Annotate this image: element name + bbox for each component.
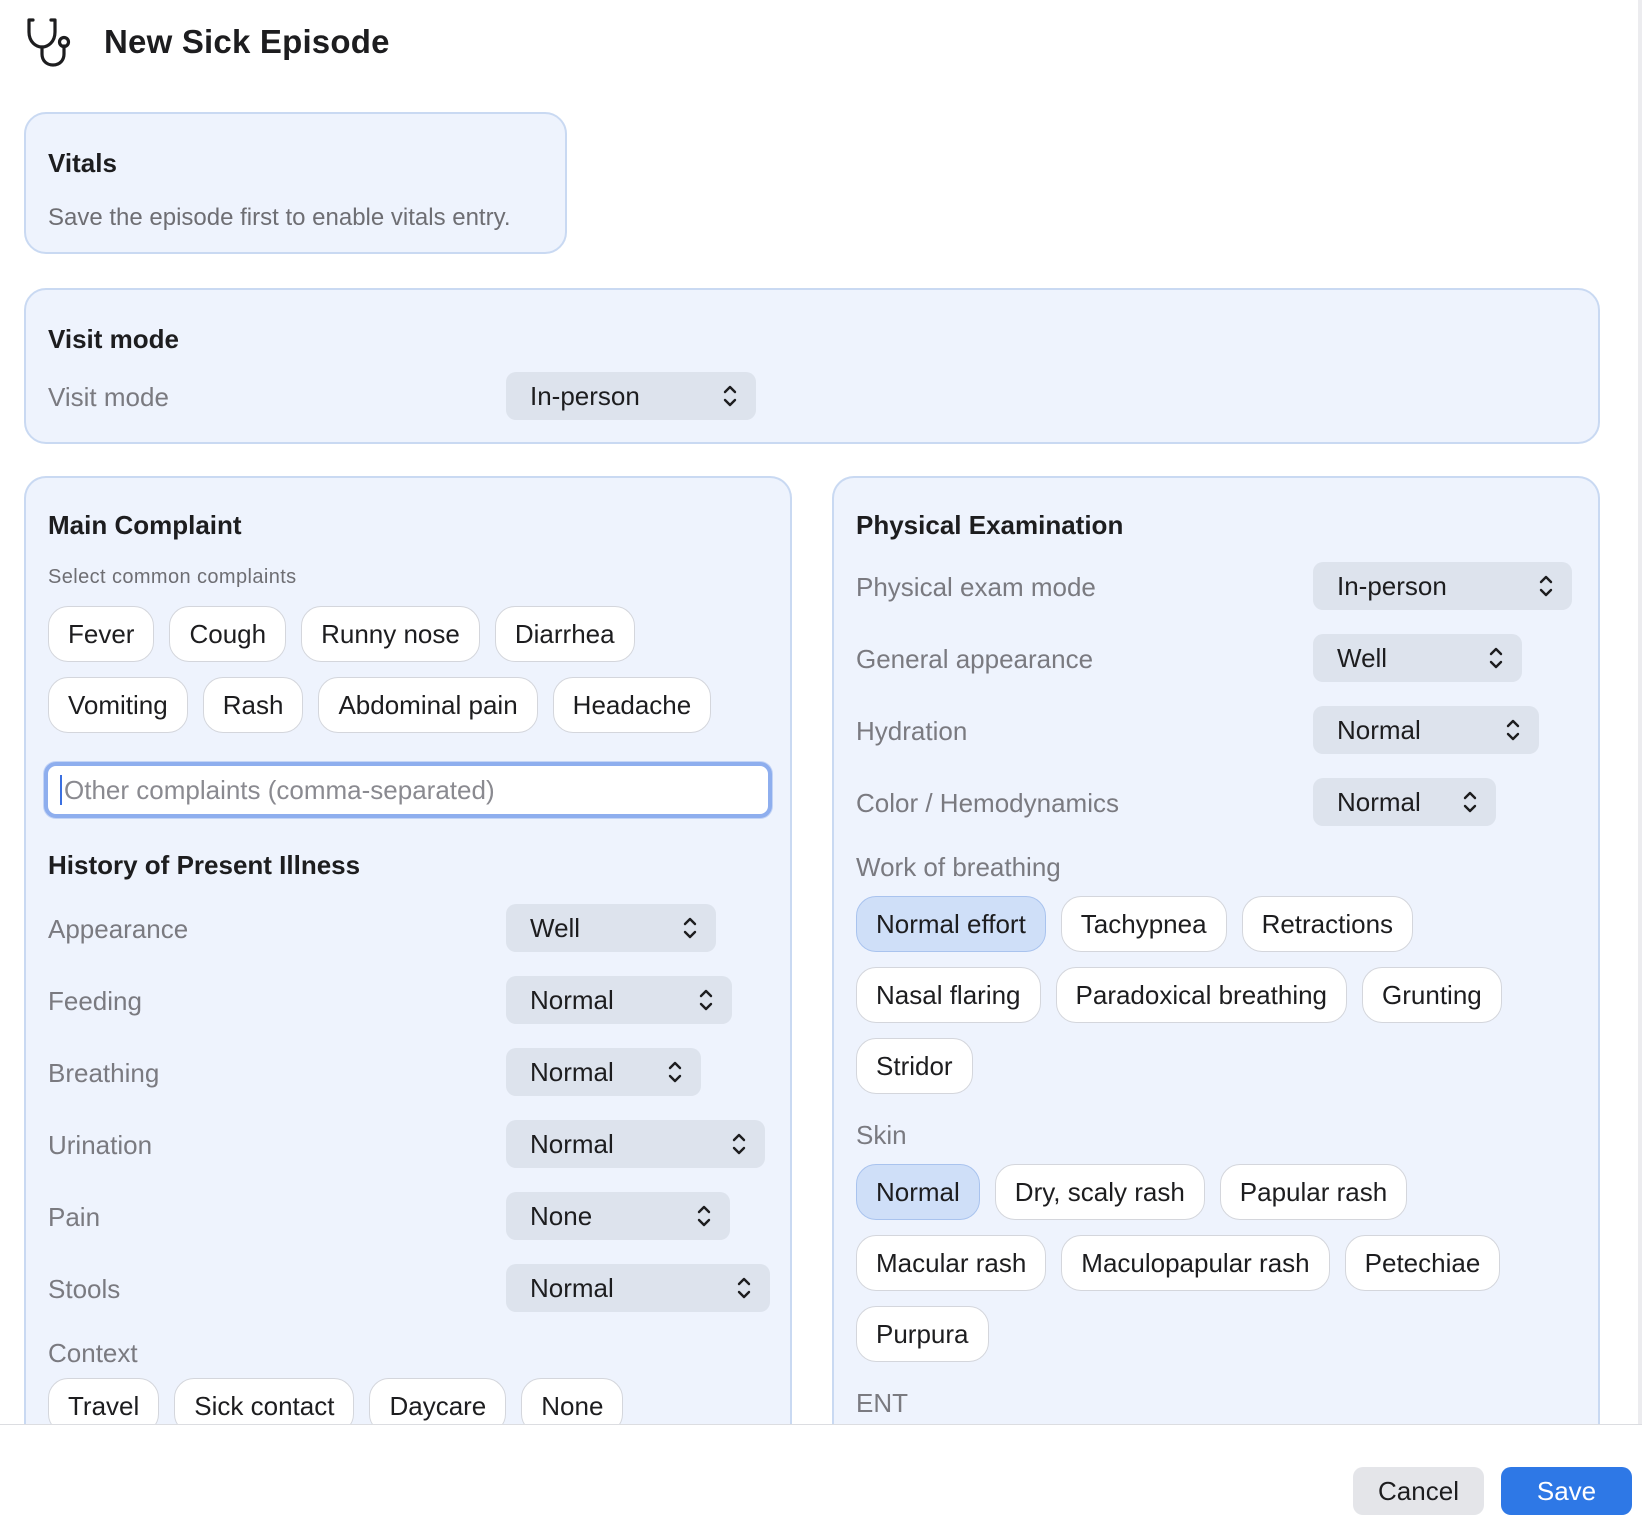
- context-label: Context: [48, 1338, 138, 1368]
- wob-chips: Normal effort Tachypnea Retractions Nasa…: [856, 896, 1556, 1094]
- save-button[interactable]: Save: [1501, 1467, 1632, 1515]
- chip-petechiae[interactable]: Petechiae: [1344, 1235, 1501, 1291]
- chip-purpura[interactable]: Purpura: [856, 1306, 989, 1362]
- physical-exam-title: Physical Examination: [856, 510, 1124, 540]
- hpi-stools-label: Stools: [48, 1274, 121, 1304]
- skin-chips: Normal Dry, scaly rash Papular rash Macu…: [856, 1164, 1556, 1362]
- chevron-updown-icon: [683, 917, 697, 939]
- page-title: New Sick Episode: [104, 23, 390, 60]
- hpi-appearance-select[interactable]: Well: [506, 904, 716, 952]
- chip-retractions[interactable]: Retractions: [1241, 896, 1414, 952]
- other-complaints-input[interactable]: Other complaints (comma-separated): [44, 762, 772, 818]
- hpi-breathing-value: Normal: [530, 1056, 614, 1087]
- chip-rash[interactable]: Rash: [202, 677, 304, 733]
- color-hemodynamics-value: Normal: [1337, 786, 1421, 817]
- complaint-chips: Fever Cough Runny nose Diarrhea Vomiting…: [48, 606, 748, 733]
- chevron-updown-icon: [737, 1277, 751, 1299]
- hydration-label: Hydration: [856, 716, 968, 746]
- color-hemodynamics-select[interactable]: Normal: [1313, 778, 1496, 826]
- hpi-urination-label: Urination: [48, 1130, 153, 1160]
- hpi-pain-value: None: [530, 1200, 593, 1231]
- chip-grunting[interactable]: Grunting: [1362, 967, 1502, 1023]
- visit-mode-value: In-person: [530, 380, 640, 411]
- chevron-updown-icon: [697, 1205, 711, 1227]
- hpi-breathing-label: Breathing: [48, 1058, 160, 1088]
- hpi-appearance-label: Appearance: [48, 914, 189, 944]
- scrollbar[interactable]: [1638, 0, 1642, 1424]
- window-header: New Sick Episode: [26, 14, 390, 70]
- chevron-updown-icon: [1489, 647, 1503, 669]
- hpi-feeding-select[interactable]: Normal: [506, 976, 732, 1024]
- hpi-pain-select[interactable]: None: [506, 1192, 730, 1240]
- vitals-title: Vitals: [48, 148, 117, 178]
- cancel-button[interactable]: Cancel: [1353, 1467, 1484, 1515]
- other-complaints-placeholder: Other complaints (comma-separated): [64, 774, 495, 805]
- work-of-breathing-label: Work of breathing: [856, 852, 1061, 882]
- chip-dry-scaly-rash[interactable]: Dry, scaly rash: [994, 1164, 1205, 1220]
- hpi-appearance-value: Well: [530, 912, 581, 943]
- chevron-updown-icon: [1463, 791, 1477, 813]
- hpi-pain-label: Pain: [48, 1202, 101, 1232]
- chevron-updown-icon: [699, 989, 713, 1011]
- chip-abdominal-pain[interactable]: Abdominal pain: [318, 677, 538, 733]
- chevron-updown-icon: [723, 385, 737, 407]
- chevron-updown-icon: [668, 1061, 682, 1083]
- hpi-stools-value: Normal: [530, 1272, 614, 1303]
- hydration-value: Normal: [1337, 714, 1421, 745]
- chip-fever[interactable]: Fever: [48, 606, 155, 662]
- hpi-title: History of Present Illness: [48, 850, 361, 880]
- visit-mode-card: Visit mode Visit mode In-person: [24, 288, 1600, 444]
- chevron-updown-icon: [1506, 719, 1520, 741]
- hpi-breathing-select[interactable]: Normal: [506, 1048, 701, 1096]
- hpi-urination-select[interactable]: Normal: [506, 1120, 765, 1168]
- visit-mode-title: Visit mode: [48, 324, 180, 354]
- hpi-feeding-value: Normal: [530, 984, 614, 1015]
- general-appearance-select[interactable]: Well: [1313, 634, 1522, 682]
- chip-nasal-flaring[interactable]: Nasal flaring: [856, 967, 1041, 1023]
- chip-vomiting[interactable]: Vomiting: [48, 677, 188, 733]
- chip-stridor[interactable]: Stridor: [856, 1038, 973, 1094]
- exam-mode-value: In-person: [1337, 570, 1447, 601]
- text-caret: [60, 775, 62, 805]
- exam-mode-label: Physical exam mode: [856, 572, 1096, 602]
- general-appearance-value: Well: [1337, 642, 1388, 673]
- physical-exam-card: Physical Examination Physical exam mode …: [832, 476, 1600, 1476]
- hpi-urination-value: Normal: [530, 1128, 614, 1159]
- chip-headache[interactable]: Headache: [552, 677, 712, 733]
- chip-runny-nose[interactable]: Runny nose: [301, 606, 480, 662]
- chip-normal-effort[interactable]: Normal effort: [856, 896, 1046, 952]
- chevron-updown-icon: [732, 1133, 746, 1155]
- chip-tachypnea[interactable]: Tachypnea: [1060, 896, 1227, 952]
- vitals-message: Save the episode first to enable vitals …: [48, 204, 511, 231]
- main-complaint-title: Main Complaint: [48, 510, 242, 540]
- stethoscope-icon: [27, 18, 71, 67]
- general-appearance-label: General appearance: [856, 644, 1094, 674]
- chip-macular-rash[interactable]: Macular rash: [856, 1235, 1047, 1291]
- chevron-updown-icon: [1539, 575, 1553, 597]
- hydration-select[interactable]: Normal: [1313, 706, 1539, 754]
- hpi-feeding-label: Feeding: [48, 986, 142, 1016]
- chip-skin-normal[interactable]: Normal: [856, 1164, 980, 1220]
- visit-mode-select[interactable]: In-person: [506, 372, 756, 420]
- chip-maculopapular-rash[interactable]: Maculopapular rash: [1061, 1235, 1330, 1291]
- color-hemodynamics-label: Color / Hemodynamics: [856, 788, 1119, 818]
- hpi-stools-select[interactable]: Normal: [506, 1264, 770, 1312]
- chip-papular-rash[interactable]: Papular rash: [1219, 1164, 1408, 1220]
- common-complaints-label: Select common complaints: [48, 566, 297, 588]
- vitals-card: Vitals Save the episode first to enable …: [24, 112, 567, 254]
- exam-mode-select[interactable]: In-person: [1313, 562, 1572, 610]
- visit-mode-label: Visit mode: [48, 382, 169, 412]
- skin-label: Skin: [856, 1120, 907, 1150]
- main-complaint-card: Main Complaint Select common complaints …: [24, 476, 792, 1476]
- chip-paradoxical-breathing[interactable]: Paradoxical breathing: [1055, 967, 1348, 1023]
- footer-bar: Cancel Save: [0, 1424, 1642, 1537]
- ent-label: ENT: [856, 1388, 908, 1418]
- chip-diarrhea[interactable]: Diarrhea: [494, 606, 635, 662]
- chip-cough[interactable]: Cough: [169, 606, 287, 662]
